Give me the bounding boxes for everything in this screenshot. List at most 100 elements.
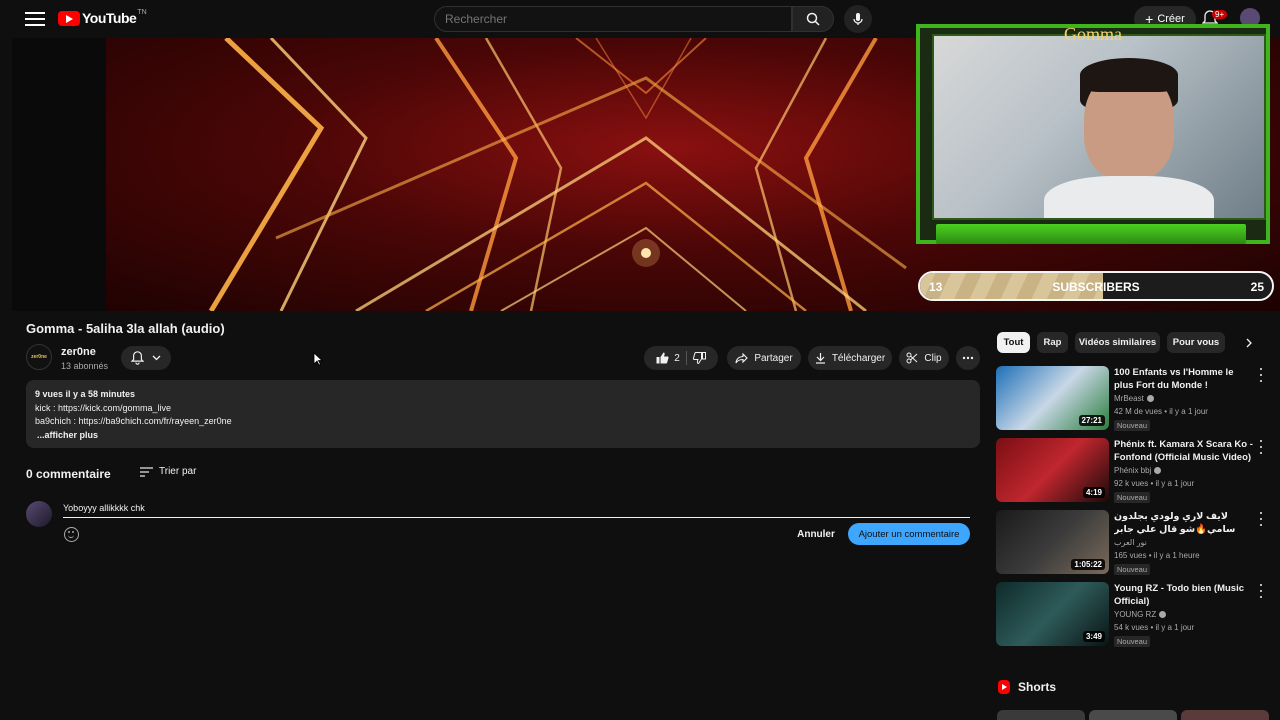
more-vertical-icon[interactable] — [1258, 368, 1264, 382]
video-title: Gomma - 5aliha 3la allah (audio) — [26, 321, 225, 336]
more-vertical-icon[interactable] — [1258, 440, 1264, 454]
clip-label: Clip — [924, 352, 942, 364]
channel-name: Phénix bbj — [1114, 466, 1152, 475]
video-stats: 92 k vues • il y a 1 jour — [1114, 479, 1195, 488]
more-vertical-icon[interactable] — [1258, 584, 1264, 598]
like-dislike-group: 2 — [644, 346, 718, 370]
cancel-comment-button[interactable]: Annuler — [792, 523, 840, 545]
menu-icon[interactable] — [25, 10, 45, 26]
verified-icon — [1154, 467, 1162, 474]
webcam-overlay — [916, 24, 1270, 244]
search-icon — [806, 12, 820, 26]
voice-search-button[interactable] — [844, 5, 872, 33]
chevron-right-icon — [1246, 338, 1252, 348]
share-button[interactable]: Partager — [727, 346, 801, 370]
video-description[interactable]: 9 vues il y a 58 minutes kick : https://… — [26, 380, 980, 448]
video-channel[interactable]: MrBeast — [1114, 394, 1154, 403]
notifications-badge: 9+ — [1212, 10, 1228, 19]
channel-name: نور العرب — [1114, 538, 1147, 547]
shorts-icon — [998, 680, 1010, 694]
chip-similar-videos[interactable]: Vidéos similaires — [1075, 332, 1160, 353]
search-button[interactable] — [792, 6, 834, 32]
subscriber-goal-label: SUBSCRIBERS — [1052, 280, 1140, 294]
download-label: Télécharger — [831, 352, 886, 364]
webcam-feed — [932, 34, 1266, 220]
new-badge: Nouveau — [1114, 564, 1151, 575]
scissors-icon — [906, 352, 918, 364]
channel-name[interactable]: zer0ne — [61, 346, 96, 358]
video-thumbnail[interactable]: 3:49 — [996, 582, 1109, 646]
show-more-link[interactable]: ...afficher plus — [35, 429, 971, 443]
webcam-frame-bottom — [936, 224, 1246, 244]
video-title[interactable]: 100 Enfants vs l'Homme le plus Fort du M… — [1114, 366, 1254, 392]
video-stats: 54 k vues • il y a 1 jour — [1114, 623, 1195, 632]
stream-overlay-name: Gomma — [1064, 24, 1122, 44]
video-stats: 42 M de vues • il y a 1 jour — [1114, 407, 1208, 416]
more-actions-button[interactable] — [956, 346, 980, 370]
video-thumbnail[interactable]: 27:21 — [996, 366, 1109, 430]
short-thumbnail[interactable] — [1181, 710, 1269, 720]
sort-comments-button[interactable]: Trier par — [140, 466, 196, 477]
bell-icon — [131, 351, 144, 365]
subscriber-goal-target: 25 — [1250, 280, 1264, 294]
video-channel[interactable]: Phénix bbj — [1114, 466, 1162, 475]
thumbs-up-icon — [656, 352, 669, 364]
chip-for-you[interactable]: Pour vous — [1167, 332, 1225, 353]
new-badge: Nouveau — [1114, 420, 1151, 431]
video-title[interactable]: Phénix ft. Kamara X Scara Ko - Fonfond (… — [1114, 438, 1254, 464]
sort-icon — [140, 466, 153, 477]
recommended-video[interactable]: 4:19 Phénix ft. Kamara X Scara Ko - Fonfo… — [996, 438, 1268, 503]
thumbs-down-icon[interactable] — [692, 352, 706, 364]
shorts-label: Shorts — [1018, 680, 1057, 694]
recommended-video[interactable]: 3:49 Young RZ - Todo bien (Music Official… — [996, 582, 1268, 647]
video-channel[interactable]: نور العرب — [1114, 538, 1147, 547]
logo-country-code: TN — [137, 8, 147, 16]
video-duration: 4:19 — [1082, 487, 1105, 498]
channel-avatar[interactable]: zer0ne — [26, 344, 52, 370]
recommended-video[interactable]: 1:05:22 لايف لاري ولودي بجلدون سامي🔥شو قا… — [996, 510, 1268, 575]
chip-rap[interactable]: Rap — [1037, 332, 1068, 353]
video-title[interactable]: لايف لاري ولودي بجلدون سامي🔥شو قال علي ج… — [1114, 510, 1254, 536]
search-input[interactable] — [435, 7, 791, 31]
comment-input[interactable] — [63, 498, 970, 518]
shorts-section-header: Shorts — [998, 680, 1056, 694]
youtube-logo[interactable]: YouTube TN — [58, 8, 147, 26]
video-stats: 165 vues • il y a 1 heure — [1114, 551, 1200, 560]
verified-icon — [1146, 395, 1154, 402]
channel-name: YOUNG RZ — [1114, 610, 1157, 619]
recommended-video[interactable]: 27:21 100 Enfants vs l'Homme le plus Fort… — [996, 366, 1268, 431]
download-button[interactable]: Télécharger — [808, 346, 892, 370]
more-horizontal-icon — [962, 356, 974, 360]
current-user-avatar — [26, 501, 52, 527]
subscriber-goal-bar: 13 SUBSCRIBERS 25 — [918, 271, 1274, 301]
short-thumbnail[interactable] — [997, 710, 1085, 720]
chip-all[interactable]: Tout — [997, 332, 1030, 353]
add-comment-button[interactable]: Ajouter un commentaire — [848, 523, 970, 545]
share-label: Partager — [754, 352, 793, 364]
verified-icon — [1159, 611, 1167, 618]
youtube-play-icon — [58, 10, 80, 26]
description-kick-link: kick : https://kick.com/gomma_live — [35, 402, 172, 413]
emoji-icon[interactable] — [64, 527, 79, 542]
description-ba9chich-link: ba9chich : https://ba9chich.com/fr/rayee… — [35, 416, 232, 426]
logo-text: YouTube — [82, 10, 137, 26]
search-box — [434, 6, 792, 32]
video-title[interactable]: Young RZ - Todo bien (Music Official) — [1114, 582, 1254, 608]
channel-name: MrBeast — [1114, 394, 1144, 403]
mouse-cursor — [313, 352, 323, 366]
short-thumbnail[interactable] — [1089, 710, 1177, 720]
clip-button[interactable]: Clip — [899, 346, 949, 370]
subscription-bell-button[interactable] — [121, 346, 171, 370]
video-channel[interactable]: YOUNG RZ — [1114, 610, 1167, 619]
comment-count: 0 commentaire — [26, 467, 111, 481]
download-icon — [815, 353, 825, 364]
like-button[interactable]: 2 — [656, 352, 680, 364]
more-vertical-icon[interactable] — [1258, 512, 1264, 526]
channel-subscriber-count: 13 abonnés — [61, 361, 109, 371]
chips-next-button[interactable] — [1240, 334, 1258, 352]
video-thumbnail[interactable]: 4:19 — [996, 438, 1109, 502]
share-icon — [735, 352, 749, 363]
video-thumbnail[interactable]: 1:05:22 — [996, 510, 1109, 574]
channel-avatar-text: zer0ne — [31, 354, 47, 360]
sort-label: Trier par — [159, 466, 197, 477]
